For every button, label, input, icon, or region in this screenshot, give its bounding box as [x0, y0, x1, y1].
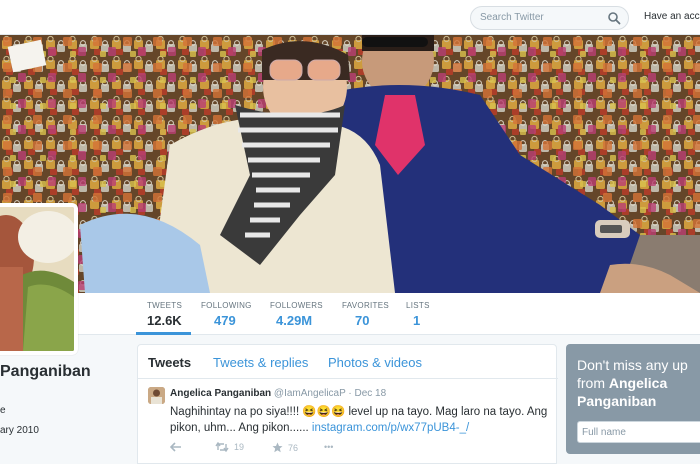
stat-label: FOLLOWERS [270, 301, 323, 310]
reply-icon [170, 442, 181, 452]
active-stat-indicator [136, 332, 191, 335]
stat-label: FAVORITES [342, 301, 390, 310]
favorite-button[interactable]: 76 [272, 442, 298, 453]
timeline-tabs: Tweets Tweets & replies Photos & videos [138, 345, 558, 379]
signup-card: Don't miss any up from Angelica Panganib… [566, 344, 700, 454]
profile-joined-date: ary 2010 [0, 425, 39, 436]
tweet-header: Angelica Panganiban @IamAngelicaP · Dec … [170, 388, 386, 399]
avatar[interactable] [0, 203, 78, 355]
tab-photos-videos[interactable]: Photos & videos [328, 355, 422, 370]
stat-label: TWEETS [147, 301, 183, 310]
search-icon[interactable] [607, 11, 621, 25]
more-options-button[interactable]: ••• [324, 442, 333, 452]
tweet-author-handle[interactable]: @IamAngelicaP [274, 388, 346, 399]
stat-lists[interactable]: LISTS 1 [406, 301, 430, 328]
tweet-text: Naghihintay na po siya!!!! 😆😆😆 level up … [170, 404, 550, 436]
stat-value: 4.29M [276, 313, 313, 328]
stat-value: 1 [413, 313, 421, 328]
full-name-input[interactable]: Full name [577, 421, 700, 443]
stat-value: 12.6K [147, 313, 182, 328]
search-input[interactable]: Search Twitter [480, 12, 544, 23]
profile-name: Panganiban [0, 363, 91, 380]
tweet-date[interactable]: Dec 18 [355, 388, 387, 399]
tab-tweets-replies[interactable]: Tweets & replies [213, 355, 308, 370]
profile-banner-image [0, 35, 700, 293]
stat-followers[interactable]: FOLLOWERS 4.29M [270, 301, 323, 328]
signup-card-text: Don't miss any up from Angelica Panganib… [577, 356, 700, 410]
tab-tweets[interactable]: Tweets [148, 355, 191, 370]
reply-button[interactable] [170, 442, 187, 452]
timeline: Tweets Tweets & replies Photos & videos … [137, 344, 558, 464]
stat-favorites[interactable]: FAVORITES 70 [342, 301, 389, 328]
top-navigation-bar: Search Twitter Have an accou [0, 0, 700, 35]
stat-label: LISTS [406, 301, 430, 310]
stat-following[interactable]: FOLLOWING 479 [201, 301, 252, 328]
stat-label: FOLLOWING [201, 301, 252, 310]
retweet-icon [215, 442, 229, 452]
stat-value: 70 [355, 313, 370, 328]
stat-tweets[interactable]: TWEETS 12.6K [147, 301, 182, 328]
tweet-author-name[interactable]: Angelica Panganiban [170, 388, 271, 399]
retweet-count: 19 [234, 442, 245, 452]
tweet-separator: · [348, 388, 352, 399]
star-icon [272, 442, 283, 453]
retweet-button[interactable]: 19 [215, 442, 244, 452]
search-box[interactable]: Search Twitter [470, 6, 629, 30]
favorite-count: 76 [288, 442, 299, 453]
stat-value: 479 [214, 313, 236, 328]
profile-location: e [0, 405, 6, 416]
have-account-link[interactable]: Have an accou [644, 11, 700, 22]
tweet-avatar[interactable] [148, 387, 165, 404]
tweet-link[interactable]: instagram.com/p/wx77pUB4-_/ [312, 422, 469, 434]
profile-stats-nav: TWEETS 12.6K FOLLOWING 479 FOLLOWERS 4.2… [0, 293, 700, 335]
tweet-actions: 19 76 ••• [170, 442, 550, 456]
